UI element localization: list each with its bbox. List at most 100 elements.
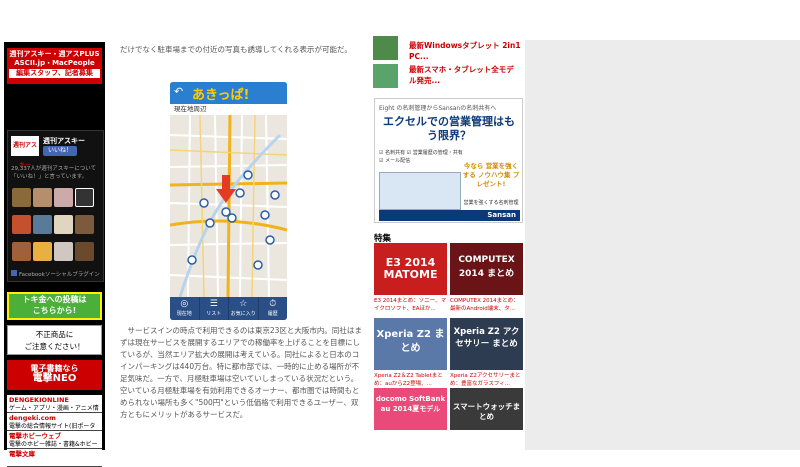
ad-brand: Sansan <box>379 210 520 221</box>
feature-card[interactable]: Xperia Z2 まとめ Xperia Z2＆Z2 Tabletまとめ：auか… <box>374 318 447 388</box>
feature-caption[interactable]: Xperia Z2アクセサリーまとめ：豊富なガラスフィ... <box>450 372 523 388</box>
feature-image[interactable]: Xperia Z2 アクセサリー まとめ <box>450 318 523 370</box>
left-sidebar: 週刊アスキー・週アスPLUS ASCII.jp・MacPeople 編集スタッフ… <box>4 42 105 467</box>
avatar[interactable] <box>54 188 73 207</box>
map-view <box>170 115 287 297</box>
feature-card[interactable]: スマートウォッチまとめ <box>450 388 523 430</box>
news-title[interactable]: 最新スマホ・タブレット全モデル発売... <box>409 64 521 86</box>
recruit-line-2: ASCII.jp・MacPeople <box>14 59 95 67</box>
sansan-ad[interactable]: Eight の名刺管理からSansanの名刺共有へ エクセルでの営業管理はもう限… <box>374 98 523 223</box>
recruit-line-1: 週刊アスキー・週アスPLUS <box>9 50 100 58</box>
avatar[interactable] <box>33 215 52 234</box>
avatar[interactable] <box>12 242 31 261</box>
feature-image-title: docomo SoftBank au 2014夏モデル <box>375 395 446 413</box>
ad-eight-tagline: Eight の名刺管理からSansanの名刺共有へ <box>379 105 497 112</box>
star-icon: ☆ <box>239 299 248 309</box>
ad-headline: エクセルでの営業管理はもう限界？ <box>383 115 515 142</box>
link-sub: 電撃の総合情報サイト(旧ポータル) <box>9 423 96 430</box>
avatar[interactable] <box>54 242 73 261</box>
article-paragraph: だけでなく駐車場までの付近の写真も誘導してくれる表示が可能だ。 <box>120 45 352 54</box>
fb-page-name[interactable]: 週刊アスキー <box>43 136 85 146</box>
app-screenshot: ↶ あきっぱ! 現在地周辺 ◎ 現在地 ☰ リスト ☆ お気に入り ⏱ 履歴 <box>170 82 287 320</box>
ad-check-item: ☑ 名刺共有 ☑ 営業履歴の管理・共有 <box>379 150 463 156</box>
clock-icon: ⏱ <box>269 299 277 309</box>
avatar[interactable] <box>12 215 31 234</box>
link-sub: ゲーム・アプリ・漫画・アニメ情報サイト <box>9 405 99 412</box>
avatar[interactable] <box>75 215 94 234</box>
tab-label: 現在地 <box>176 311 192 317</box>
feature-card[interactable]: Xperia Z2 アクセサリー まとめ Xperia Z2アクセサリーまとめ：… <box>450 318 523 388</box>
app-logo: あきっぱ! <box>192 88 250 103</box>
tab-label: 履歴 <box>267 311 278 317</box>
feature-image[interactable]: Xperia Z2 まとめ <box>374 318 447 370</box>
fb-plugin-label[interactable]: Facebookソーシャルプラグイン <box>11 270 100 278</box>
link-title: 電撃ホビーウェブ <box>9 432 61 440</box>
dengeki-neo-banner[interactable]: 電子書籍なら 電撃NEO <box>7 360 102 390</box>
partner-links: DENGEKIONLINEゲーム・アプリ・漫画・アニメ情報サイト dengeki… <box>7 395 102 467</box>
news-item[interactable]: 最新Windowsタブレット 2in1 PC... <box>373 36 523 66</box>
counterfeit-line-2: ご注意ください！ <box>24 342 85 351</box>
feature-caption[interactable]: COMPUTEX 2014まとめ：最新のAndroid端末、タ... <box>450 297 523 313</box>
facebook-like-box: 週刊アスキー 週刊アスキー いいね！ 29,337人が週刊アスキーについて「いい… <box>7 130 104 282</box>
feature-card[interactable]: docomo SoftBank au 2014夏モデル <box>374 388 447 430</box>
feature-image[interactable]: docomo SoftBank au 2014夏モデル <box>374 388 447 430</box>
feature-image[interactable]: E3 2014 MATOME <box>374 243 447 295</box>
news-title[interactable]: 最新Windowsタブレット 2in1 PC... <box>409 40 521 62</box>
news-item[interactable]: 最新スマホ・タブレット全モデル発売... <box>373 64 523 90</box>
weekly-ascii-logo[interactable]: 週刊アスキー <box>11 136 39 169</box>
dengeki-neo-line-2: 電撃NEO <box>32 373 77 384</box>
map-header: 現在地周辺 <box>170 104 287 115</box>
ad-check-item: ☑ メール配信 <box>379 158 411 164</box>
feature-card[interactable]: E3 2014 MATOME E3 2014まとめ：ソニー、マイクロソフト、EA… <box>374 243 447 313</box>
link-dengeki-bunko[interactable]: 電撃文庫 <box>7 449 102 467</box>
feature-image-title: Xperia Z2 まとめ <box>376 329 445 354</box>
article-body: サービスインの時点で利用できるのは東京23区と大阪市内。同社はまずは現在サービス… <box>120 325 365 421</box>
feature-caption[interactable]: Xperia Z2＆Z2 Tabletまとめ：auからZ2登場、... <box>374 372 447 388</box>
avatar[interactable] <box>12 188 31 207</box>
facebook-icon <box>11 270 17 276</box>
feature-caption[interactable]: E3 2014まとめ：ソニー、マイクロソフト、EAほか... <box>374 297 447 313</box>
feature-image[interactable]: スマートウォッチまとめ <box>450 388 523 430</box>
tab-list[interactable]: ☰ リスト <box>200 297 229 320</box>
article-top: だけでなく駐車場までの付近の写真も誘導してくれる表示が可能だ。 <box>120 40 365 56</box>
link-title: DENGEKIONLINE <box>9 396 69 404</box>
target-icon: ◎ <box>180 299 189 309</box>
dengeki-neo-line-1: 電子書籍なら <box>30 364 79 373</box>
map-graphic <box>170 115 287 297</box>
feature-image[interactable]: COMPUTEX 2014 まとめ <box>450 243 523 295</box>
link-dengeki-com[interactable]: dengeki.com電撃の総合情報サイト(旧ポータル) <box>7 413 102 431</box>
link-dengeki-online[interactable]: DENGEKIONLINEゲーム・アプリ・漫画・アニメ情報サイト <box>7 395 102 413</box>
tokikin-line-1: トキ金への投稿は <box>22 295 87 304</box>
news-thumbnail[interactable] <box>373 64 398 88</box>
avatar[interactable] <box>33 188 52 207</box>
tab-label: お気に入り <box>230 311 256 317</box>
tab-label: リスト <box>206 311 222 317</box>
app-tab-bar: ◎ 現在地 ☰ リスト ☆ お気に入り ⏱ 履歴 <box>170 297 287 320</box>
avatar[interactable] <box>54 215 73 234</box>
fb-like-button[interactable]: いいね！ <box>43 146 77 156</box>
tokikin-line-2: こちらから! <box>32 306 77 315</box>
back-arrow-icon: ↶ <box>174 85 184 98</box>
feature-card[interactable]: COMPUTEX 2014 まとめ COMPUTEX 2014まとめ：最新のAn… <box>450 243 523 313</box>
tab-favorites[interactable]: ☆ お気に入り <box>229 297 259 320</box>
news-thumbnail[interactable] <box>373 36 398 60</box>
fb-plugin-text: Facebookソーシャルプラグイン <box>19 272 100 278</box>
counterfeit-line-1: 不正商品に <box>35 330 74 339</box>
article-paragraph: サービスインの時点で利用できるのは東京23区と大阪市内。同社はまずは現在サービス… <box>120 326 362 419</box>
tab-history[interactable]: ⏱ 履歴 <box>259 297 288 320</box>
link-dengeki-hobby[interactable]: 電撃ホビーウェブ電撃のホビー雑誌・書籍&ホビーニュースサイト <box>7 431 102 449</box>
link-sub: 電撃のホビー雑誌・書籍&ホビーニュースサイト <box>9 441 98 448</box>
list-icon: ☰ <box>209 299 218 309</box>
avatar[interactable] <box>33 242 52 261</box>
feature-image-title: COMPUTEX 2014 まとめ <box>458 255 515 279</box>
avatar[interactable] <box>75 242 94 261</box>
ad-checklist: ☑ 名刺共有 ☑ 営業履歴の管理・共有 ☑ メール配信 <box>379 149 463 165</box>
avatar[interactable] <box>75 188 94 207</box>
link-title: 電撃文庫 <box>9 450 35 458</box>
counterfeit-notice-banner[interactable]: 不正商品に ご注意ください！ <box>7 325 102 355</box>
ad-screenshot-image <box>379 172 461 210</box>
recruit-banner[interactable]: 週刊アスキー・週アスPLUS ASCII.jp・MacPeople 編集スタッフ… <box>7 48 102 84</box>
browser-top-bar <box>0 0 800 41</box>
tab-current-location[interactable]: ◎ 現在地 <box>170 297 200 320</box>
tokikin-banner[interactable]: トキ金への投稿は こちらから! <box>7 292 102 320</box>
